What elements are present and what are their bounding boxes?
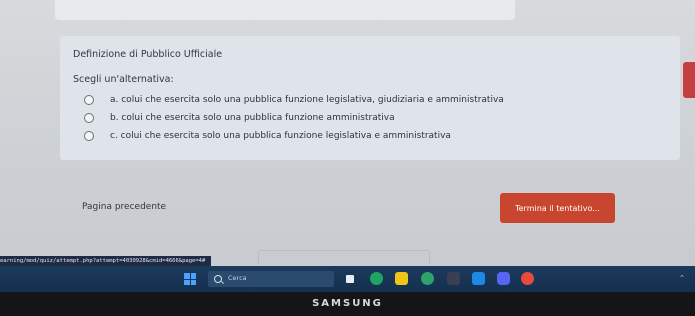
search-placeholder: Cerca: [228, 274, 247, 282]
monitor-bezel: SAMSUNG: [0, 292, 695, 316]
search-icon: [214, 275, 222, 283]
radio-button[interactable]: [84, 113, 94, 123]
question-card: Definizione di Pubblico Ufficiale Scegli…: [60, 36, 680, 160]
store-icon[interactable]: [447, 272, 460, 285]
task-view-icon[interactable]: [346, 275, 354, 283]
radio-button[interactable]: [84, 131, 94, 141]
mail-icon[interactable]: [472, 272, 485, 285]
link-status-bar: earning/mod/quiz/attempt.php?attempt=403…: [0, 256, 212, 266]
previous-question-card: [55, 0, 515, 20]
answer-label: b. colui che esercita solo una pubblica …: [110, 113, 395, 123]
file-explorer-icon[interactable]: [395, 272, 408, 285]
answer-option-a[interactable]: a. colui che esercita solo una pubblica …: [84, 93, 504, 107]
footer-box: [258, 250, 430, 265]
monitor-brand-logo: SAMSUNG: [312, 298, 383, 309]
quiz-navigation-tab[interactable]: [683, 62, 695, 98]
answer-label: a. colui che esercita solo una pubblica …: [110, 95, 504, 105]
question-prompt: Scegli un'alternativa:: [73, 74, 174, 85]
chrome-icon[interactable]: [521, 272, 534, 285]
windows-taskbar: Cerca ⌃: [0, 266, 695, 292]
edge-icon[interactable]: [421, 272, 434, 285]
answer-option-b[interactable]: b. colui che esercita solo una pubblica …: [84, 111, 395, 125]
quiz-navigation-row: Pagina precedente Termina il tentativo..…: [0, 188, 695, 228]
browser-viewport: Definizione di Pubblico Ufficiale Scegli…: [0, 0, 695, 266]
whatsapp-icon[interactable]: [370, 272, 383, 285]
chevron-up-icon[interactable]: ⌃: [679, 274, 685, 282]
radio-button[interactable]: [84, 95, 94, 105]
taskbar-search-box[interactable]: Cerca: [208, 271, 334, 287]
previous-page-button[interactable]: Pagina precedente: [82, 202, 166, 212]
answer-label: c. colui che esercita solo una pubblica …: [110, 131, 451, 141]
discord-icon[interactable]: [497, 272, 510, 285]
answer-option-c[interactable]: c. colui che esercita solo una pubblica …: [84, 129, 451, 143]
finish-attempt-button[interactable]: Termina il tentativo...: [500, 193, 615, 223]
windows-start-icon[interactable]: [184, 273, 196, 285]
question-title: Definizione di Pubblico Ufficiale: [73, 49, 223, 60]
